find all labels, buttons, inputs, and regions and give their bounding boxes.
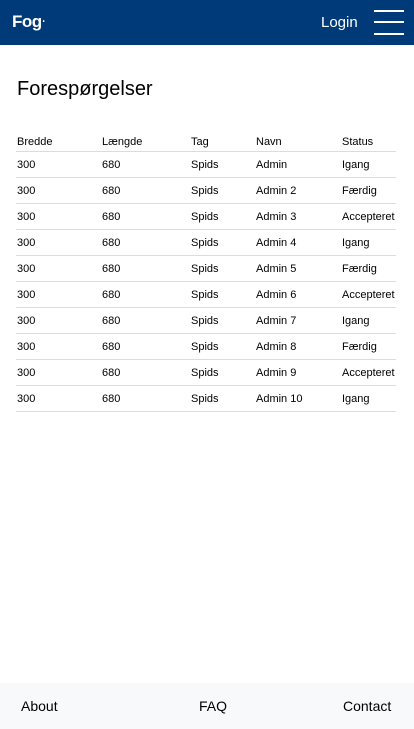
faq-link[interactable]: FAQ: [199, 697, 227, 715]
table-row[interactable]: 300 680 Spids Admin 5 Færdig: [16, 255, 396, 282]
about-link[interactable]: About: [21, 697, 58, 715]
contact-link[interactable]: Contact: [343, 697, 391, 715]
cell-laengde: 680: [101, 177, 190, 204]
cell-laengde: 680: [101, 203, 190, 230]
cell-tag: Spids: [190, 229, 255, 256]
cell-status: Igang: [341, 151, 396, 178]
header-navn: Navn: [255, 124, 341, 152]
cell-laengde: 680: [101, 333, 190, 360]
cell-navn: Admin 2: [255, 177, 341, 204]
table-row[interactable]: 300 680 Spids Admin 3 Accepteret: [16, 203, 396, 230]
table-row[interactable]: 300 680 Spids Admin 9 Accepteret: [16, 359, 396, 386]
cell-tag: Spids: [190, 307, 255, 334]
top-navbar: Fog• Login: [0, 0, 414, 45]
cell-status: Færdig: [341, 333, 396, 360]
cell-tag: Spids: [190, 359, 255, 386]
table-row[interactable]: 300 680 Spids Admin 8 Færdig: [16, 333, 396, 360]
header-status: Status: [341, 124, 396, 152]
table-row[interactable]: 300 680 Spids Admin 4 Igang: [16, 229, 396, 256]
cell-status: Igang: [341, 307, 396, 334]
cell-tag: Spids: [190, 333, 255, 360]
cell-status: Igang: [341, 385, 396, 412]
page-title: Forespørgelser: [17, 78, 153, 100]
cell-laengde: 680: [101, 281, 190, 308]
cell-navn: Admin 10: [255, 385, 341, 412]
cell-laengde: 680: [101, 229, 190, 256]
table-header-row: Bredde Længde Tag Navn Status: [16, 124, 396, 152]
cell-bredde: 300: [16, 333, 101, 360]
cell-bredde: 300: [16, 385, 101, 412]
login-link[interactable]: Login: [321, 13, 358, 33]
header-tag: Tag: [190, 124, 255, 152]
header-laengde: Længde: [101, 124, 190, 152]
fog-logo[interactable]: Fog•: [12, 10, 45, 34]
cell-laengde: 680: [101, 255, 190, 282]
cell-tag: Spids: [190, 151, 255, 178]
cell-navn: Admin 5: [255, 255, 341, 282]
cell-laengde: 680: [101, 151, 190, 178]
cell-bredde: 300: [16, 177, 101, 204]
cell-bredde: 300: [16, 281, 101, 308]
cell-tag: Spids: [190, 385, 255, 412]
cell-bredde: 300: [16, 151, 101, 178]
cell-navn: Admin 4: [255, 229, 341, 256]
logo-text: Fog: [12, 12, 42, 31]
cell-laengde: 680: [101, 385, 190, 412]
cell-bredde: 300: [16, 255, 101, 282]
cell-navn: Admin 9: [255, 359, 341, 386]
table-row[interactable]: 300 680 Spids Admin 7 Igang: [16, 307, 396, 334]
header-bredde: Bredde: [16, 124, 101, 152]
trademark-mark: •: [42, 19, 45, 25]
table-row[interactable]: 300 680 Spids Admin 2 Færdig: [16, 177, 396, 204]
table-row[interactable]: 300 680 Spids Admin 10 Igang: [16, 385, 396, 412]
cell-navn: Admin 6: [255, 281, 341, 308]
cell-navn: Admin: [255, 151, 341, 178]
cell-status: Færdig: [341, 177, 396, 204]
cell-bredde: 300: [16, 359, 101, 386]
cell-tag: Spids: [190, 203, 255, 230]
cell-bredde: 300: [16, 307, 101, 334]
cell-tag: Spids: [190, 177, 255, 204]
cell-navn: Admin 7: [255, 307, 341, 334]
cell-tag: Spids: [190, 281, 255, 308]
cell-tag: Spids: [190, 255, 255, 282]
cell-laengde: 680: [101, 359, 190, 386]
cell-status: Færdig: [341, 255, 396, 282]
table-row[interactable]: 300 680 Spids Admin Igang: [16, 151, 396, 178]
hamburger-menu-icon[interactable]: [374, 10, 404, 36]
table-row[interactable]: 300 680 Spids Admin 6 Accepteret: [16, 281, 396, 308]
cell-navn: Admin 8: [255, 333, 341, 360]
footer: About FAQ Contact: [0, 683, 414, 729]
cell-status: Accepteret: [341, 281, 396, 308]
cell-navn: Admin 3: [255, 203, 341, 230]
cell-laengde: 680: [101, 307, 190, 334]
cell-bredde: 300: [16, 203, 101, 230]
cell-status: Igang: [341, 229, 396, 256]
cell-bredde: 300: [16, 229, 101, 256]
cell-status: Accepteret: [341, 203, 396, 230]
cell-status: Accepteret: [341, 359, 396, 386]
requests-table: Bredde Længde Tag Navn Status 300 680 Spid…: [16, 124, 396, 412]
